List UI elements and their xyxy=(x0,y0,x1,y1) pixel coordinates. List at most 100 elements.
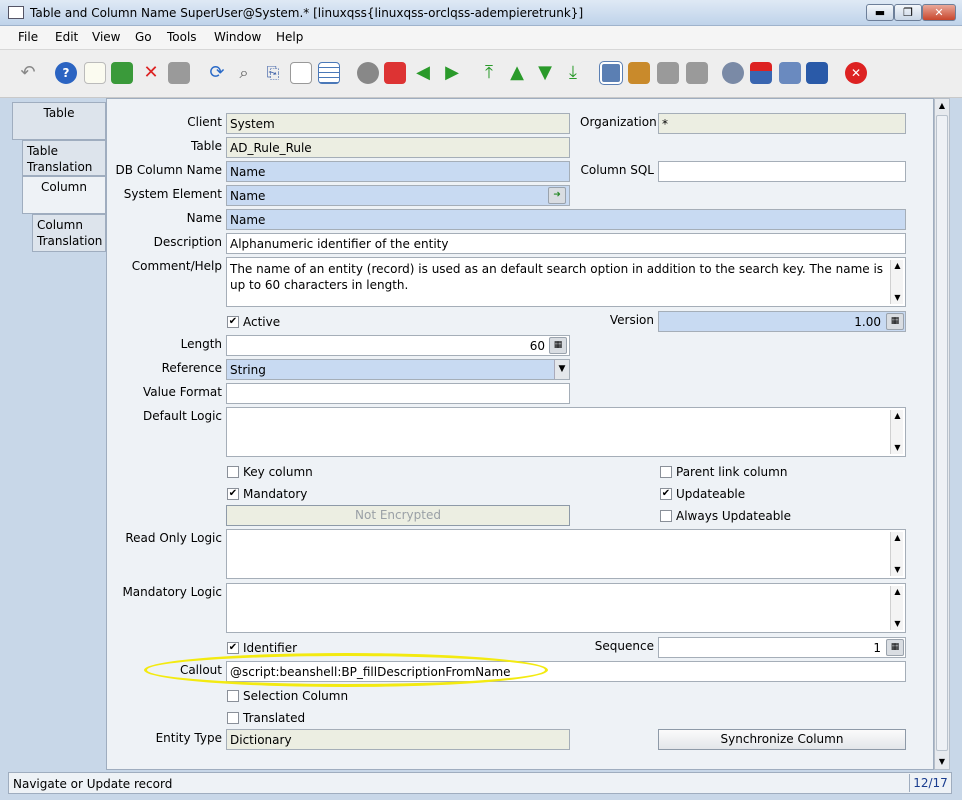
table-label: Table xyxy=(190,139,222,153)
system-element-field[interactable]: Name xyxy=(226,185,570,206)
db-column-name-label: DB Column Name xyxy=(115,163,222,177)
mandatory-checkbox[interactable]: ✔ xyxy=(227,488,239,500)
parent-link-column-checkbox[interactable] xyxy=(660,466,672,478)
zoom-across-icon[interactable] xyxy=(722,62,744,84)
report-icon[interactable] xyxy=(599,61,623,85)
print-preview-icon[interactable] xyxy=(657,62,679,84)
description-field[interactable]: Alphanumeric identifier of the entity xyxy=(226,233,906,254)
tab-column-translation[interactable]: Column Translation xyxy=(32,214,106,252)
new-record-icon[interactable] xyxy=(84,62,106,84)
last-record-icon[interactable]: ⤓ xyxy=(562,62,584,84)
menu-edit[interactable]: Edit xyxy=(55,30,78,44)
menu-view[interactable]: View xyxy=(92,30,120,44)
value-format-label: Value Format xyxy=(142,385,222,399)
mandatory-logic-scrollbar[interactable]: ▲ ▼ xyxy=(890,586,903,630)
entity-type-field[interactable]: Dictionary xyxy=(226,729,570,750)
save-icon[interactable] xyxy=(168,62,190,84)
history-icon[interactable] xyxy=(357,62,379,84)
next-record-icon[interactable]: ▼ xyxy=(534,62,556,84)
maximize-button[interactable]: ❐ xyxy=(894,4,922,21)
identifier-checkbox[interactable]: ✔ xyxy=(227,642,239,654)
callout-field[interactable]: @script:beanshell:BP_fillDescriptionFrom… xyxy=(226,661,906,682)
always-updateable-label: Always Updateable xyxy=(676,509,792,523)
organization-field[interactable]: * xyxy=(658,113,906,134)
end-window-icon[interactable]: ✕ xyxy=(845,62,867,84)
minimize-button[interactable]: ▬ xyxy=(866,4,894,21)
menu-file[interactable]: File xyxy=(18,30,38,44)
mandatory-logic-label: Mandatory Logic xyxy=(122,585,222,599)
forward-icon[interactable]: ▶ xyxy=(441,62,463,84)
undo-icon[interactable]: ↶ xyxy=(17,62,39,84)
sequence-field[interactable]: 1 xyxy=(658,637,906,658)
archive-icon[interactable] xyxy=(628,62,650,84)
value-format-field[interactable] xyxy=(226,383,570,404)
home-icon[interactable] xyxy=(384,62,406,84)
active-checkbox[interactable]: ✔ xyxy=(227,316,239,328)
encryption-button[interactable]: Not Encrypted xyxy=(226,505,570,526)
table-field[interactable]: AD_Rule_Rule xyxy=(226,137,570,158)
sequence-label: Sequence xyxy=(594,639,654,653)
key-column-checkbox[interactable] xyxy=(227,466,239,478)
help-icon[interactable]: ? xyxy=(55,62,77,84)
scroll-up-icon[interactable]: ▲ xyxy=(936,100,948,112)
menu-go[interactable]: Go xyxy=(135,30,152,44)
db-column-name-field[interactable]: Name xyxy=(226,161,570,182)
comment-help-area[interactable]: The name of an entity (record) is used a… xyxy=(226,257,906,307)
length-field[interactable]: 60 xyxy=(226,335,570,356)
calculator-icon[interactable]: ▦ xyxy=(886,313,904,330)
grid-toggle-icon[interactable] xyxy=(318,62,340,84)
client-field[interactable]: System xyxy=(226,113,570,134)
parent-link-column-label: Parent link column xyxy=(676,465,788,479)
always-updateable-checkbox[interactable] xyxy=(660,510,672,522)
attachment-icon[interactable]: ⎘ xyxy=(262,62,284,84)
name-field[interactable]: Name xyxy=(226,209,906,230)
previous-record-icon[interactable]: ▲ xyxy=(506,62,528,84)
version-field[interactable]: 1.00 xyxy=(658,311,906,332)
mandatory-logic-area[interactable]: ▲ ▼ xyxy=(226,583,906,633)
scroll-down-icon[interactable]: ▼ xyxy=(936,756,948,768)
synchronize-column-button[interactable]: Synchronize Column xyxy=(658,729,906,750)
copy-record-icon[interactable] xyxy=(111,62,133,84)
find-icon[interactable]: ⌕ xyxy=(233,62,255,84)
scroll-thumb[interactable] xyxy=(936,115,948,751)
selection-column-checkbox[interactable] xyxy=(227,690,239,702)
requests-icon[interactable] xyxy=(779,62,801,84)
chat-icon[interactable] xyxy=(290,62,312,84)
callout-label: Callout xyxy=(179,663,222,677)
translated-checkbox[interactable] xyxy=(227,712,239,724)
back-icon[interactable]: ◀ xyxy=(412,62,434,84)
length-calculator-icon[interactable]: ▦ xyxy=(549,337,567,354)
print-icon[interactable] xyxy=(686,62,708,84)
product-info-icon[interactable] xyxy=(806,62,828,84)
app-icon xyxy=(8,6,24,19)
first-record-icon[interactable]: ⤒ xyxy=(478,62,500,84)
default-logic-scrollbar[interactable]: ▲ ▼ xyxy=(890,410,903,454)
close-button[interactable]: ✕ xyxy=(922,4,956,21)
tab-table[interactable]: Table xyxy=(12,102,106,140)
zoom-arrow-icon[interactable]: ➜ xyxy=(548,187,566,204)
default-logic-area[interactable]: ▲ ▼ xyxy=(226,407,906,457)
description-label: Description xyxy=(153,235,222,249)
tab-column[interactable]: Column xyxy=(22,176,106,214)
active-workflows-icon[interactable] xyxy=(750,62,772,84)
chevron-down-icon[interactable]: ▼ xyxy=(554,360,569,379)
read-only-logic-scrollbar[interactable]: ▲ ▼ xyxy=(890,532,903,576)
refresh-icon[interactable]: ⟳ xyxy=(206,62,228,84)
updateable-checkbox[interactable]: ✔ xyxy=(660,488,672,500)
delete-icon[interactable]: ✕ xyxy=(140,62,162,84)
sequence-calculator-icon[interactable]: ▦ xyxy=(886,639,904,656)
column-sql-field[interactable] xyxy=(658,161,906,182)
reference-label: Reference xyxy=(161,361,222,375)
read-only-logic-area[interactable]: ▲ ▼ xyxy=(226,529,906,579)
menu-help[interactable]: Help xyxy=(276,30,303,44)
comment-help-scrollbar[interactable]: ▲ ▼ xyxy=(890,260,903,304)
menu-tools[interactable]: Tools xyxy=(167,30,197,44)
reference-select[interactable]: String xyxy=(226,359,570,380)
record-position[interactable]: 12/17 xyxy=(909,774,951,792)
identifier-label: Identifier xyxy=(243,641,298,655)
tab-table-translation[interactable]: Table Translation xyxy=(22,140,106,176)
default-logic-label: Default Logic xyxy=(142,409,222,423)
panel-scrollbar[interactable]: ▲ ▼ xyxy=(934,98,950,770)
menu-window[interactable]: Window xyxy=(214,30,261,44)
selection-column-label: Selection Column xyxy=(243,689,349,703)
